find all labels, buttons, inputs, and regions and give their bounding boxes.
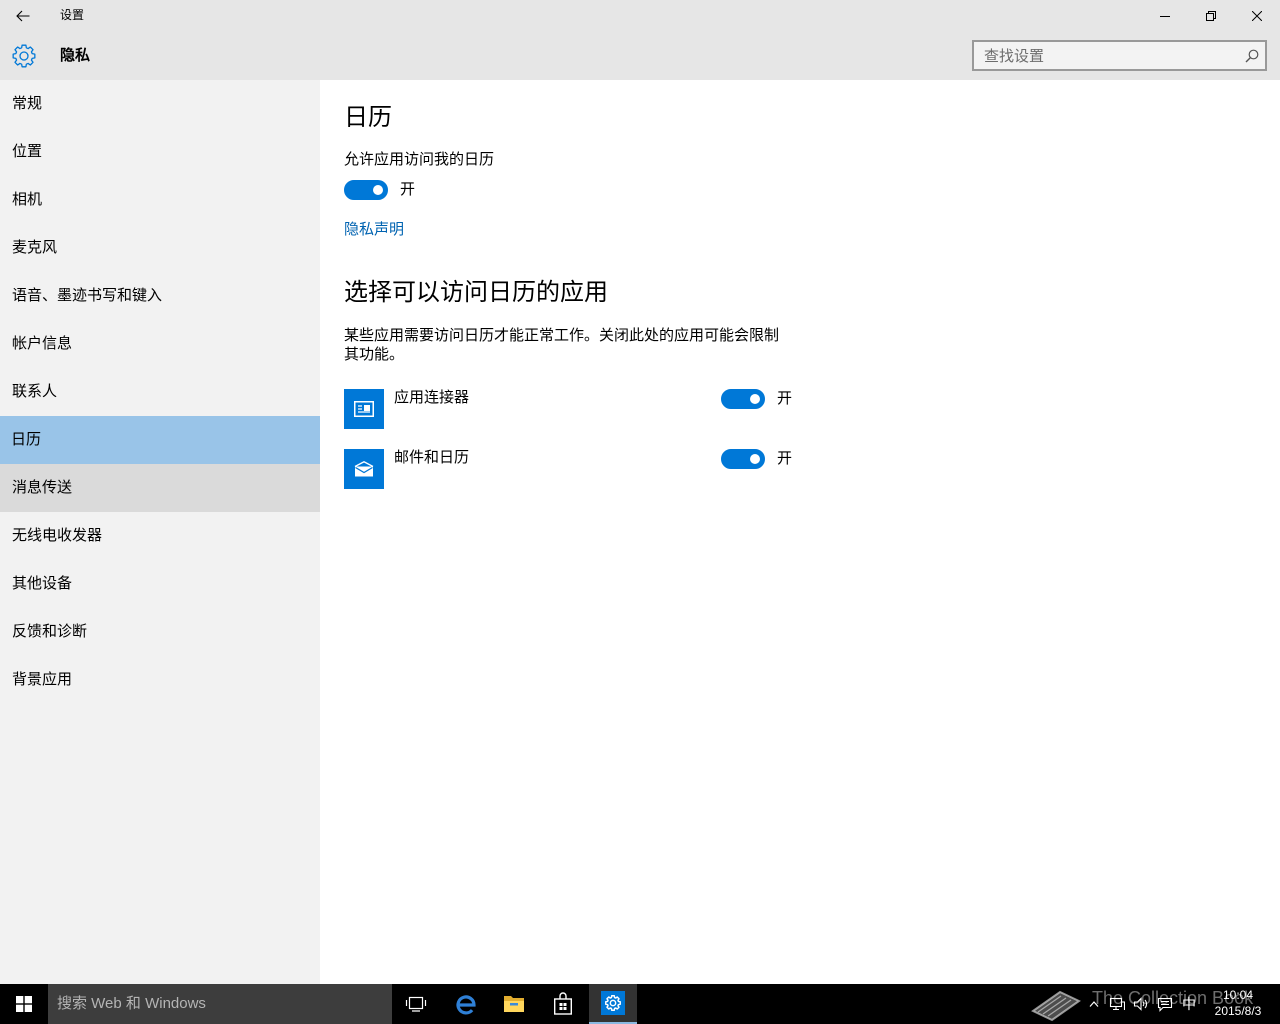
settings-icon — [601, 991, 625, 1015]
access-setting-label: 允许应用访问我的日历 — [344, 151, 495, 168]
sidebar-item-radios[interactable]: 无线电收发器 — [0, 512, 320, 560]
toggle-knob — [750, 394, 760, 404]
app-row-app-connector: 应用连接器 开 — [344, 389, 804, 429]
sidebar-item-messaging[interactable]: 消息传送 — [0, 464, 320, 512]
sidebar-item-microphone[interactable]: 麦克风 — [0, 224, 320, 272]
minimize-button[interactable] — [1142, 0, 1188, 32]
sidebar-item-calendar[interactable]: 日历 — [0, 416, 320, 464]
close-icon — [1252, 11, 1262, 21]
gear-icon — [12, 44, 36, 68]
sidebar-item-contacts[interactable]: 联系人 — [0, 368, 320, 416]
mail-calendar-toggle-state: 开 — [777, 450, 793, 467]
sidebar-item-feedback-diagnostics[interactable]: 反馈和诊断 — [0, 608, 320, 656]
window-title: 设置 — [60, 8, 85, 22]
back-arrow-icon — [16, 10, 30, 22]
volume-button[interactable] — [1131, 994, 1151, 1014]
title-bar: 设置 隐私 — [0, 0, 1280, 80]
apps-section-description: 某些应用需要访问日历才能正常工作。关闭此处的应用可能会限制其功能。 — [344, 327, 780, 363]
file-explorer-icon — [504, 996, 524, 1012]
sidebar-item-speech-inking-typing[interactable]: 语音、墨迹书写和键入 — [0, 272, 320, 320]
task-view-button[interactable] — [392, 984, 440, 1024]
toggle-knob — [750, 454, 760, 464]
action-center-icon — [1157, 997, 1173, 1012]
input-method-indicator[interactable]: 中 — [1179, 994, 1199, 1014]
app-connector-toggle[interactable] — [721, 389, 765, 409]
clock[interactable]: 10:04 2015/8/3 — [1207, 987, 1269, 1019]
sidebar-item-other-devices[interactable]: 其他设备 — [0, 560, 320, 608]
minimize-icon — [1160, 16, 1170, 17]
app-name: 邮件和日历 — [394, 449, 470, 466]
store-icon — [554, 992, 573, 1015]
toggle-knob — [373, 185, 383, 195]
volume-icon — [1133, 997, 1148, 1011]
windows-logo-icon — [16, 996, 32, 1012]
sidebar: 常规 位置 相机 麦克风 语音、墨迹书写和键入 帐户信息 联系人 日历 消息传送… — [0, 80, 320, 984]
action-center-button[interactable] — [1155, 994, 1175, 1014]
file-explorer-button[interactable] — [490, 984, 538, 1024]
network-button[interactable] — [1107, 994, 1127, 1014]
clock-time: 10:04 — [1222, 988, 1254, 1002]
back-button[interactable] — [0, 0, 46, 32]
page-heading: 日历 — [344, 104, 392, 131]
search-icon[interactable] — [1245, 49, 1259, 63]
book-icon — [1031, 990, 1081, 1022]
settings-button[interactable] — [589, 984, 637, 1024]
start-button[interactable] — [0, 984, 48, 1024]
edge-icon — [456, 995, 476, 1015]
taskbar-search-placeholder: 搜索 Web 和 Windows — [57, 995, 206, 1012]
calendar-access-toggle[interactable] — [344, 180, 388, 200]
mail-calendar-toggle[interactable] — [721, 449, 765, 469]
app-connector-glyph — [354, 401, 374, 417]
page-title: 隐私 — [60, 47, 91, 64]
show-hidden-icons-button[interactable] — [1084, 994, 1104, 1014]
clock-date: 2015/8/3 — [1214, 1004, 1262, 1018]
show-hidden-icons-icon — [1089, 1001, 1099, 1007]
close-button[interactable] — [1234, 0, 1280, 32]
envelope-glyph — [354, 461, 374, 477]
app-row-mail-calendar: 邮件和日历 开 — [344, 449, 804, 489]
calendar-access-toggle-state: 开 — [400, 181, 416, 198]
sidebar-item-location[interactable]: 位置 — [0, 128, 320, 176]
app-connector-toggle-state: 开 — [777, 390, 793, 407]
app-connector-icon — [344, 389, 384, 429]
sidebar-item-general[interactable]: 常规 — [0, 80, 320, 128]
sidebar-item-camera[interactable]: 相机 — [0, 176, 320, 224]
network-icon — [1109, 997, 1125, 1011]
taskbar-search-box[interactable]: 搜索 Web 和 Windows — [48, 984, 392, 1024]
apps-section-heading: 选择可以访问日历的应用 — [344, 279, 608, 306]
content-pane: 日历 允许应用访问我的日历 开 隐私声明 选择可以访问日历的应用 某些应用需要访… — [320, 80, 1280, 984]
store-button[interactable] — [539, 984, 587, 1024]
taskbar: 搜索 Web 和 Windows The Collection Book 中 1… — [0, 984, 1280, 1024]
search-input[interactable] — [984, 46, 1234, 66]
app-name: 应用连接器 — [394, 389, 470, 406]
task-view-icon — [405, 996, 427, 1012]
privacy-statement-link[interactable]: 隐私声明 — [344, 220, 404, 240]
sidebar-item-background-apps[interactable]: 背景应用 — [0, 656, 320, 704]
mail-calendar-icon — [344, 449, 384, 489]
restore-icon — [1206, 11, 1216, 21]
restore-button[interactable] — [1188, 0, 1234, 32]
edge-button[interactable] — [442, 984, 490, 1024]
search-box[interactable] — [972, 40, 1267, 71]
sidebar-item-account-info[interactable]: 帐户信息 — [0, 320, 320, 368]
